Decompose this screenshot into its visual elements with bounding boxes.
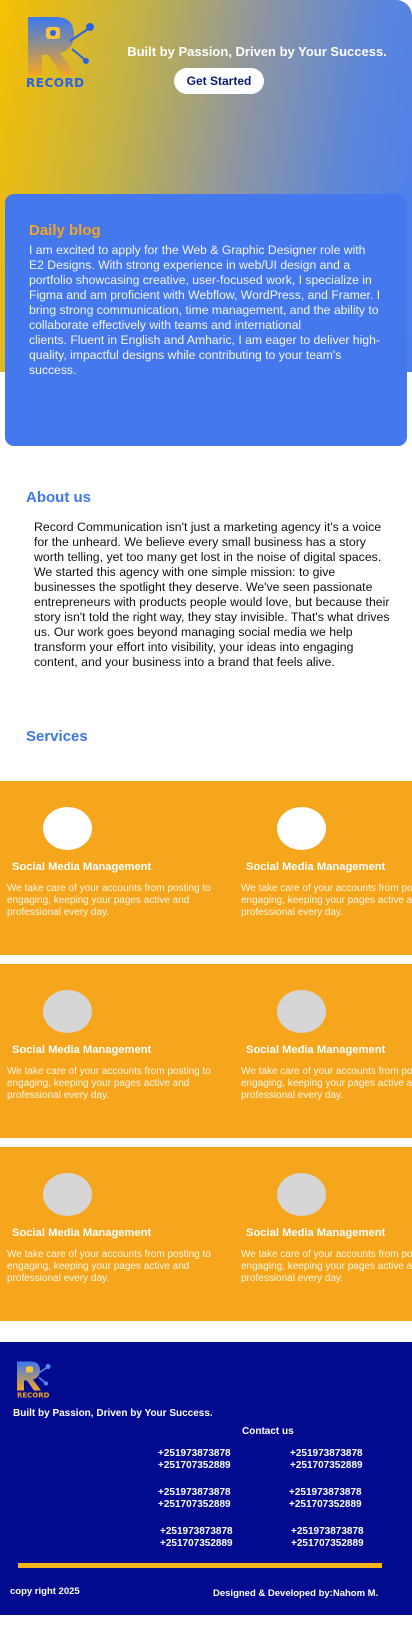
services-row: Social Media Management We take care of … xyxy=(0,781,412,955)
services-row: Social Media Management We take care of … xyxy=(0,964,412,1138)
phone-group: +251973873878 +251707352889 xyxy=(160,1526,233,1550)
service-card[interactable]: Social Media Management We take care of … xyxy=(234,964,412,1138)
phone-link[interactable]: +251707352889 xyxy=(289,1499,362,1511)
services-row: Social Media Management We take care of … xyxy=(0,1147,412,1321)
service-icon xyxy=(43,1173,92,1216)
service-card[interactable]: Social Media Management We take care of … xyxy=(0,1147,211,1321)
service-description: We take care of your accounts from posti… xyxy=(241,1066,412,1101)
service-card[interactable]: Social Media Management We take care of … xyxy=(0,964,211,1138)
footer-divider xyxy=(18,1563,382,1568)
service-icon xyxy=(43,990,92,1033)
service-card[interactable]: Social Media Management We take care of … xyxy=(0,781,211,955)
service-icon xyxy=(277,1173,326,1216)
phone-link[interactable]: +251707352889 xyxy=(158,1460,231,1472)
footer-logo-icon: RECORD xyxy=(17,1361,51,1400)
phone-link[interactable]: +251973873878 xyxy=(158,1448,231,1460)
blog-body: I am excited to apply for the Web & Grap… xyxy=(29,243,381,377)
footer-tagline: Built by Passion, Driven by Your Success… xyxy=(13,1408,213,1419)
service-description: We take care of your accounts from posti… xyxy=(241,883,412,918)
get-started-button[interactable]: Get Started xyxy=(174,68,264,94)
phone-link[interactable]: +251973873878 xyxy=(160,1526,233,1538)
about-title: About us xyxy=(26,489,91,506)
phone-group: +251973873878 +251707352889 xyxy=(290,1448,363,1472)
site-footer: RECORD Built by Passion, Driven by Your … xyxy=(0,1342,412,1615)
service-card[interactable]: Social Media Management We take care of … xyxy=(234,781,412,955)
footer-logo-wordmark: RECORD xyxy=(17,1392,50,1400)
copyright-text: copy right 2025 xyxy=(10,1586,80,1597)
phone-link[interactable]: +251707352889 xyxy=(291,1538,364,1550)
service-title: Social Media Management xyxy=(246,861,386,873)
phone-group: +251973873878 +251707352889 xyxy=(158,1448,231,1472)
service-description: We take care of your accounts from posti… xyxy=(241,1249,412,1284)
service-title: Social Media Management xyxy=(12,861,152,873)
phone-link[interactable]: +251973873878 xyxy=(289,1487,362,1499)
hero-tagline: Built by Passion, Driven by Your Success… xyxy=(127,44,387,59)
phone-group: +251973873878 +251707352889 xyxy=(291,1526,364,1550)
phone-link[interactable]: +251707352889 xyxy=(158,1499,231,1511)
service-title: Social Media Management xyxy=(246,1044,386,1056)
service-title: Social Media Management xyxy=(246,1227,386,1239)
logo-wordmark: RECORD xyxy=(26,76,85,90)
phone-group: +251973873878 +251707352889 xyxy=(289,1487,362,1511)
phone-link[interactable]: +251973873878 xyxy=(158,1487,231,1499)
service-icon xyxy=(277,807,326,850)
phone-link[interactable]: +251973873878 xyxy=(291,1526,364,1538)
services-title: Services xyxy=(26,728,88,745)
phone-link[interactable]: +251973873878 xyxy=(290,1448,363,1460)
service-description: We take care of your accounts from posti… xyxy=(7,883,211,918)
about-body: Record Communication isn't just a market… xyxy=(34,520,390,669)
phone-link[interactable]: +251707352889 xyxy=(290,1460,363,1472)
service-title: Social Media Management xyxy=(12,1227,152,1239)
designer-credit: Designed & Developed by:Nahom M. xyxy=(213,1588,379,1599)
service-description: We take care of your accounts from posti… xyxy=(7,1066,211,1101)
contact-title: Contact us xyxy=(242,1426,294,1437)
daily-blog-card: Daily blog I am excited to apply for the… xyxy=(5,194,407,446)
service-icon xyxy=(43,807,92,850)
service-title: Social Media Management xyxy=(12,1044,152,1056)
blog-title: Daily blog xyxy=(29,222,101,239)
service-icon xyxy=(277,990,326,1033)
phone-link[interactable]: +251707352889 xyxy=(160,1538,233,1550)
service-card[interactable]: Social Media Management We take care of … xyxy=(234,1147,412,1321)
phone-group: +251973873878 +251707352889 xyxy=(158,1487,231,1511)
service-description: We take care of your accounts from posti… xyxy=(7,1249,211,1284)
